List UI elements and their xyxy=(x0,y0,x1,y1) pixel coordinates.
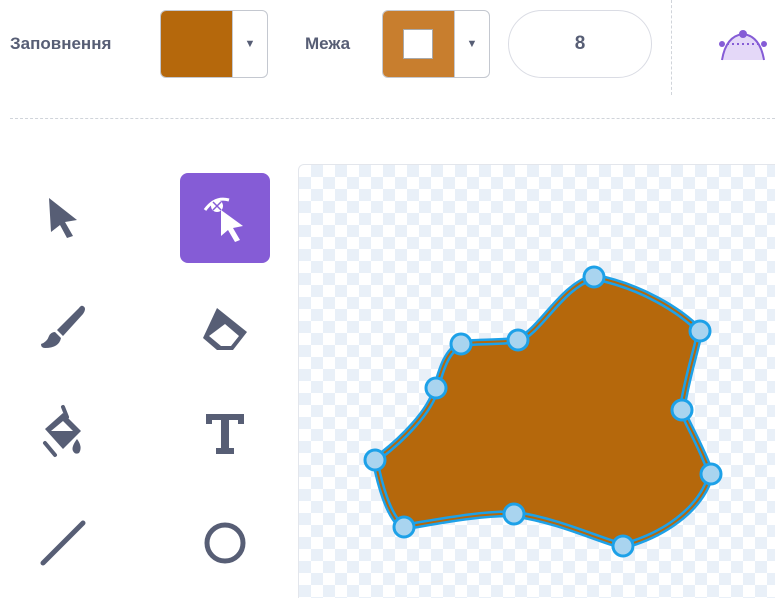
outline-color-swatch[interactable] xyxy=(383,11,455,77)
control-point-handle[interactable] xyxy=(688,319,712,343)
control-point-handle[interactable] xyxy=(670,398,694,422)
outline-width-input[interactable]: 8 xyxy=(508,10,652,78)
circle-tool[interactable] xyxy=(180,498,270,588)
control-point-handle[interactable] xyxy=(699,462,723,486)
control-point-handle[interactable] xyxy=(424,376,448,400)
reshape-tool[interactable] xyxy=(180,173,270,263)
control-point-handle[interactable] xyxy=(611,534,635,558)
select-tool[interactable] xyxy=(18,173,108,263)
fill-label: Заповнення xyxy=(10,34,112,53)
selected-shape[interactable] xyxy=(299,165,775,598)
curved-point-icon[interactable] xyxy=(718,24,768,69)
outline-color-picker[interactable]: ▼ xyxy=(382,10,490,78)
paint-editor: Заповнення ▼ Межа ▼ 8 xyxy=(0,0,775,598)
control-point-handle[interactable] xyxy=(582,265,606,289)
fill-color-picker[interactable]: ▼ xyxy=(160,10,268,78)
control-point-handle[interactable] xyxy=(449,332,473,356)
reshape-icon xyxy=(203,197,243,242)
eraser-tool[interactable] xyxy=(180,283,270,373)
outline-dropdown-caret-icon[interactable]: ▼ xyxy=(454,11,489,77)
eraser-icon xyxy=(203,308,247,350)
text-tool[interactable] xyxy=(180,388,270,478)
toolbar-bottom-divider xyxy=(10,118,775,119)
outline-width-value: 8 xyxy=(574,33,586,54)
control-point-handle[interactable] xyxy=(363,448,387,472)
fill-color-swatch[interactable] xyxy=(161,11,233,77)
outline-swatch-hollow-square-icon xyxy=(403,29,433,59)
brush-icon xyxy=(41,305,85,348)
line-tool[interactable] xyxy=(18,498,108,588)
circle-icon xyxy=(204,522,246,564)
fill-tool[interactable] xyxy=(18,388,108,478)
paint-bucket-icon xyxy=(43,405,81,457)
drawing-canvas[interactable] xyxy=(298,164,775,598)
outline-label: Межа xyxy=(305,34,351,53)
control-point-handle[interactable] xyxy=(392,515,416,539)
arrow-cursor-icon xyxy=(49,198,77,238)
control-point-handle[interactable] xyxy=(502,502,526,526)
fill-dropdown-caret-icon[interactable]: ▼ xyxy=(232,11,267,77)
brush-tool[interactable] xyxy=(18,283,108,373)
text-icon xyxy=(206,414,244,454)
control-point-handle[interactable] xyxy=(506,328,530,352)
toolbar-divider xyxy=(671,0,672,95)
line-icon xyxy=(40,520,86,566)
